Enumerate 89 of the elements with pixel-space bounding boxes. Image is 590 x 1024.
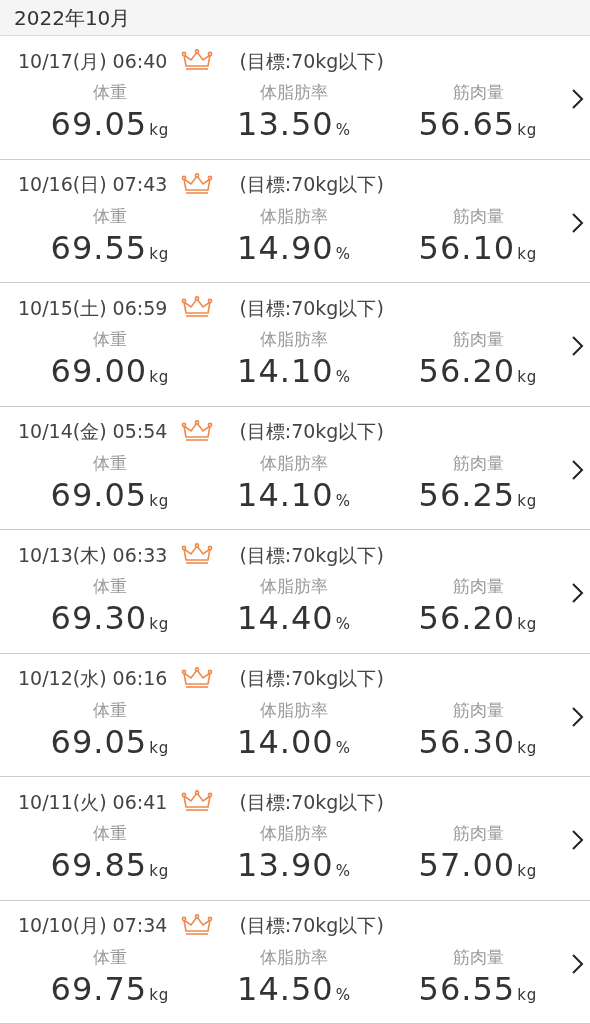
crown-icon: [181, 790, 214, 814]
metric-label: 体重: [93, 945, 127, 969]
chevron-right-icon[interactable]: [570, 705, 584, 728]
metric-value: 56.20 kg: [418, 598, 538, 639]
target-text: (目標:70kg以下): [239, 789, 384, 815]
metric-label: 体重: [93, 204, 127, 228]
metric-label: 体脂肪率: [260, 822, 328, 845]
month-header: 2022年10月: [0, 0, 590, 36]
chevron-right-icon[interactable]: [570, 582, 584, 604]
target-text: (目標:70kg以下): [239, 172, 384, 198]
record-datetime: 10/15(土) 06:59: [18, 295, 168, 321]
crown-icon: [181, 666, 214, 691]
record-datetime: 10/13(木) 06:33: [18, 542, 168, 568]
chevron-right-icon[interactable]: [570, 952, 584, 975]
record-row[interactable]: 10/11(火) 06:41 (目標:70kg以下) 体重 69.85 kg 体脂肪率 13.90% 筋肉量 57.00 kg: [0, 777, 590, 901]
metric-value: 14.50%: [237, 968, 351, 1010]
metric-value: 69.55 kg: [50, 227, 170, 269]
metric-value: 56.10 kg: [418, 227, 538, 269]
record-datetime: 10/11(火) 06:41: [18, 789, 168, 815]
metric-label: 筋肉量: [452, 451, 504, 475]
metric-value: 14.10%: [237, 474, 351, 516]
metric-value: 14.40%: [237, 598, 351, 639]
record-datetime: 10/10(月) 07:34: [18, 913, 168, 939]
metric-value: 57.00 kg: [418, 845, 538, 886]
metric-value: 69.05 kg: [50, 104, 170, 145]
target-text: (目標:70kg以下): [239, 666, 384, 692]
crown-icon: [181, 543, 214, 567]
chevron-right-icon[interactable]: [570, 458, 584, 481]
crown-icon: [181, 49, 214, 73]
record-datetime: 10/12(水) 06:16: [18, 666, 168, 692]
target-text: (目標:70kg以下): [239, 295, 384, 321]
metric-label: 体重: [93, 328, 127, 351]
metric-label: 筋肉量: [452, 698, 504, 722]
target-text: (目標:70kg以下): [239, 419, 384, 445]
metric-label: 筋肉量: [452, 945, 504, 969]
metric-value: 14.00%: [237, 721, 351, 763]
metric-label: 体脂肪率: [260, 451, 328, 475]
record-row[interactable]: 10/17(月) 06:40 (目標:70kg以下) 体重 69.05 kg 体脂肪率 13.50% 筋肉量 56.65 kg: [0, 36, 590, 160]
metric-value: 56.55 kg: [418, 968, 538, 1010]
record-row[interactable]: 10/15(土) 06:59 (目標:70kg以下) 体重 69.00 kg 体脂肪率 14.10% 筋肉量 56.20 kg: [0, 283, 590, 407]
chevron-right-icon[interactable]: [570, 88, 584, 110]
metric-label: 体脂肪率: [260, 945, 328, 969]
crown-icon: [181, 913, 214, 938]
metric-label: 体脂肪率: [260, 81, 328, 104]
record-datetime: 10/17(月) 06:40: [18, 48, 168, 74]
metric-value: 69.30 kg: [50, 598, 170, 639]
metric-label: 体脂肪率: [260, 698, 328, 722]
record-datetime: 10/16(日) 07:43: [18, 172, 168, 198]
metric-value: 69.85 kg: [50, 845, 170, 886]
metric-value: 14.90%: [237, 227, 351, 269]
metric-value: 56.65 kg: [418, 104, 538, 145]
crown-icon: [181, 172, 214, 197]
metric-label: 体重: [93, 698, 127, 722]
record-row[interactable]: 10/12(水) 06:16 (目標:70kg以下) 体重 69.05 kg 体脂肪率 14.00% 筋肉量 56.30 kg: [0, 653, 590, 777]
chevron-right-icon[interactable]: [570, 335, 584, 357]
target-text: (目標:70kg以下): [239, 542, 384, 568]
metric-label: 筋肉量: [452, 575, 504, 598]
metric-value: 69.05 kg: [50, 474, 170, 516]
metric-value: 56.25 kg: [418, 474, 538, 516]
metric-label: 体重: [93, 822, 127, 845]
metric-value: 69.00 kg: [50, 351, 170, 392]
target-text: (目標:70kg以下): [239, 48, 384, 74]
chevron-right-icon[interactable]: [570, 829, 584, 851]
metric-value: 56.30 kg: [418, 721, 538, 763]
metric-label: 筋肉量: [452, 204, 504, 228]
metric-value: 13.90%: [237, 845, 351, 886]
record-row[interactable]: 10/14(金) 05:54 (目標:70kg以下) 体重 69.05 kg 体脂肪率 14.10% 筋肉量 56.25 kg: [0, 406, 590, 530]
metric-value: 69.05 kg: [50, 721, 170, 763]
chevron-right-icon[interactable]: [570, 211, 584, 234]
record-row[interactable]: 10/13(木) 06:33 (目標:70kg以下) 体重 69.30 kg 体脂肪率 14.40% 筋肉量 56.20 kg: [0, 530, 590, 654]
metric-label: 筋肉量: [452, 822, 504, 845]
metric-value: 69.75 kg: [50, 968, 170, 1010]
metric-label: 体脂肪率: [260, 328, 328, 351]
record-row[interactable]: 10/10(月) 07:34 (目標:70kg以下) 体重 69.75 kg 体脂肪率 14.50% 筋肉量 56.55 kg: [0, 900, 590, 1024]
crown-icon: [181, 419, 214, 444]
metric-label: 体重: [93, 451, 127, 475]
metric-label: 筋肉量: [452, 328, 504, 351]
metric-value: 56.20 kg: [418, 351, 538, 392]
record-datetime: 10/14(金) 05:54: [18, 419, 168, 445]
metric-label: 筋肉量: [452, 81, 504, 104]
metric-label: 体重: [93, 575, 127, 598]
record-row[interactable]: 10/16(日) 07:43 (目標:70kg以下) 体重 69.55 kg 体脂肪率 14.90% 筋肉量 56.10 kg: [0, 159, 590, 283]
metric-value: 14.10%: [237, 351, 351, 392]
metric-value: 13.50%: [237, 104, 351, 145]
target-text: (目標:70kg以下): [239, 913, 384, 939]
metric-label: 体重: [93, 81, 127, 104]
crown-icon: [181, 296, 214, 320]
metric-label: 体脂肪率: [260, 204, 328, 228]
metric-label: 体脂肪率: [260, 575, 328, 598]
